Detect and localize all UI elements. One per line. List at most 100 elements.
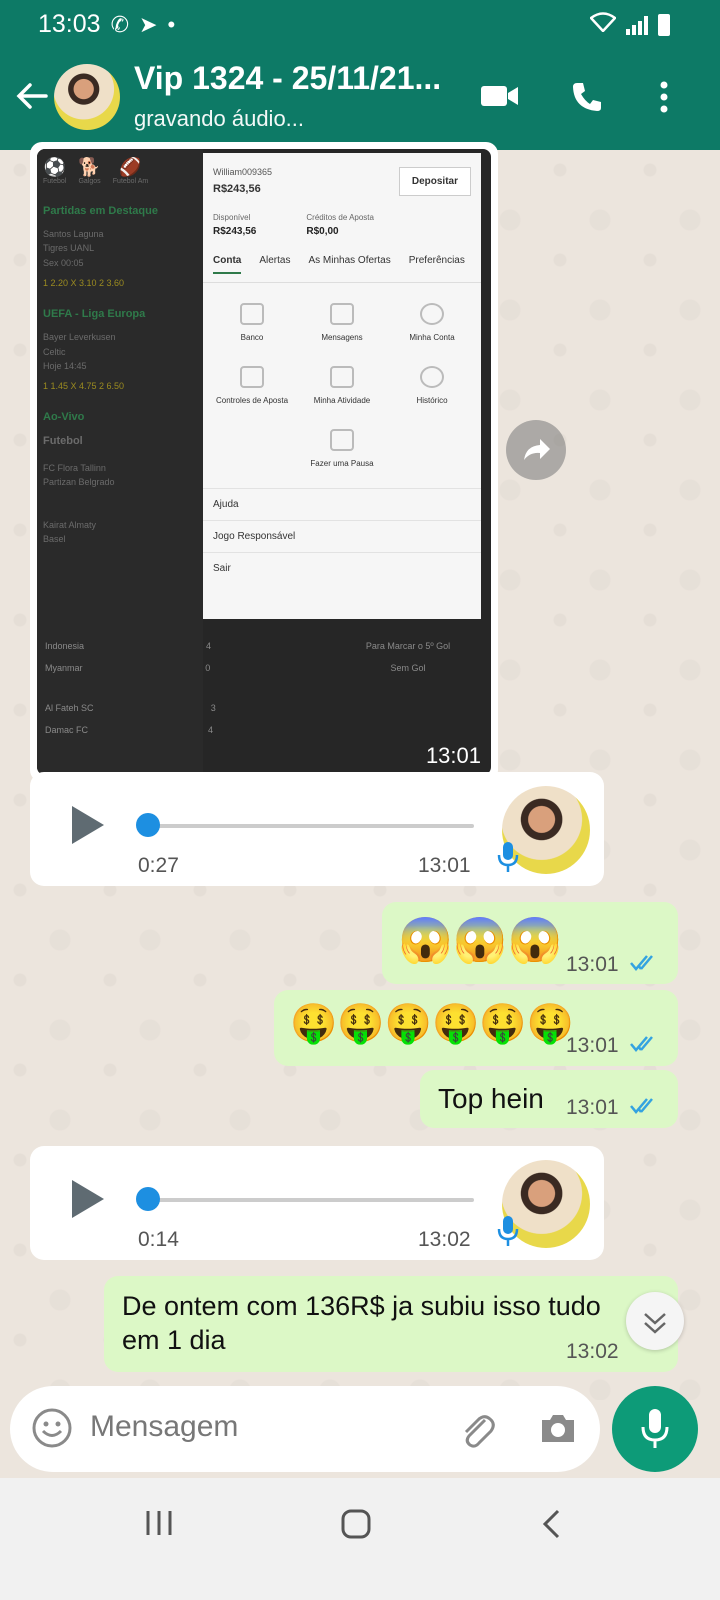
message-text: Top hein <box>438 1083 544 1114</box>
credits-label: Créditos de Aposta <box>306 213 374 222</box>
menu-grid-label: Banco <box>240 333 264 342</box>
score: 4 <box>208 725 214 735</box>
outgoing-message[interactable]: De ontem com 136R$ ja subiu isso tudo em… <box>104 1276 678 1372</box>
team-name: Santos Laguna <box>43 229 104 239</box>
team-name: Partizan Belgrado <box>43 477 115 488</box>
menu-tab: Preferências <box>408 255 465 266</box>
voice-message[interactable]: 0:27 13:01 <box>30 772 604 886</box>
message-emojis: 😱😱😱 <box>398 916 563 965</box>
forward-button[interactable] <box>506 420 566 480</box>
audio-progress-track[interactable] <box>140 1198 474 1202</box>
system-nav-bar <box>0 1478 720 1600</box>
read-ticks-icon <box>630 1035 660 1058</box>
back-arrow-icon[interactable] <box>14 78 50 114</box>
status-time: 13:03 <box>38 10 101 38</box>
play-icon[interactable] <box>68 802 108 853</box>
activity-chart-icon <box>330 366 354 388</box>
record-audio-button[interactable] <box>612 1386 698 1472</box>
back-nav-icon[interactable] <box>540 1508 562 1545</box>
status-icons <box>589 12 670 37</box>
outgoing-message[interactable]: 😱😱😱 13:01 <box>382 902 678 984</box>
team-name: Celtic <box>43 346 66 357</box>
outgoing-message[interactable]: 🤑🤑🤑🤑🤑🤑 13:01 <box>274 990 678 1066</box>
chat-title[interactable]: Vip 1324 - 25/11/21... <box>134 60 441 97</box>
attach-icon[interactable] <box>455 1408 499 1457</box>
menu-grid-label: Fazer uma Pausa <box>310 459 374 468</box>
screenshot-live-rows: Indonesia 4 Para Marcar o 5º Gol Myanmar 0 S… <box>37 629 491 735</box>
team-name: Kairat Almaty <box>43 519 97 530</box>
menu-link: Sair <box>203 552 481 584</box>
message-emojis: 🤑🤑🤑🤑🤑🤑 <box>290 1003 574 1045</box>
score: 4 <box>206 641 212 651</box>
menu-tab: Conta <box>213 255 242 274</box>
contact-avatar[interactable] <box>54 64 120 130</box>
menu-grid-label: Minha Conta <box>409 333 455 342</box>
wallet-icon <box>240 303 264 325</box>
message-input[interactable]: Mensagem <box>90 1410 238 1444</box>
account-icon <box>420 303 444 325</box>
market-label: Sem Gol <box>390 663 426 673</box>
message-time: 13:02 <box>566 1340 619 1363</box>
menu-grid-label: Histórico <box>416 396 448 405</box>
menu-link: Ajuda <box>203 488 481 520</box>
voice-message[interactable]: 0:14 13:02 <box>30 1146 604 1260</box>
audio-progress-track[interactable] <box>140 824 474 828</box>
score: 3 <box>210 703 216 713</box>
account-menu: William009365 R$243,56 Depositar Disponí… <box>203 153 481 619</box>
section-title: UEFA - Liga Europa <box>43 308 146 321</box>
video-call-icon[interactable] <box>480 80 520 117</box>
door-icon <box>330 429 354 451</box>
message-input-bar[interactable]: Mensagem <box>10 1386 600 1472</box>
voice-call-icon[interactable] <box>570 80 604 119</box>
scroll-down-button[interactable] <box>626 1292 684 1350</box>
sport-label: Futebol Am <box>112 178 149 185</box>
shared-screenshot: ⚽ Futebol 🐕 Galgos 🏈 Futebol Am Partidas em… <box>37 149 491 775</box>
play-icon[interactable] <box>68 1176 108 1227</box>
clock-icon <box>420 366 444 388</box>
audio-duration: 0:14 <box>138 1228 179 1251</box>
menu-grid-label: Controles de Aposta <box>215 396 289 405</box>
recent-apps-icon[interactable] <box>144 1508 174 1543</box>
battery-icon <box>658 13 670 36</box>
image-message[interactable]: ⚽ Futebol 🐕 Galgos 🏈 Futebol Am Partidas em… <box>30 142 498 782</box>
menu-tab: Alertas <box>259 255 291 266</box>
team-name: Tigres UANL <box>43 243 95 254</box>
menu-tab: As Minhas Ofertas <box>308 255 391 266</box>
mic-icon <box>496 1214 520 1253</box>
team-name: FC Flora Tallinn <box>43 462 106 473</box>
match-date: Hoje 14:45 <box>43 360 87 371</box>
app-header: 13:03 ✆ ➤ • Vip 1324 - 25/11/21... grava… <box>0 0 720 150</box>
message-time: 13:01 <box>425 743 481 768</box>
wifi-icon <box>589 12 617 37</box>
odds-row: 1 2.20 X 3.10 2 3.60 <box>43 278 125 289</box>
menu-grid-label: Minha Atividade <box>313 396 371 405</box>
available-label: Disponível <box>213 213 251 222</box>
odds-row: 1 1.45 X 4.75 2 6.50 <box>43 381 125 392</box>
notification-dot-icon: • <box>167 11 176 37</box>
team-name: Bayer Leverkusen <box>43 332 116 343</box>
read-ticks-icon <box>630 1097 660 1120</box>
message-time: 13:01 <box>418 854 471 877</box>
menu-grid-label: Mensagens <box>321 333 363 342</box>
status-bar: 13:03 ✆ ➤ • <box>38 10 175 39</box>
credits-value: R$0,00 <box>306 226 339 237</box>
menu-link: Jogo Responsável <box>203 520 481 552</box>
emoji-icon[interactable] <box>30 1406 74 1455</box>
sport-label: Galgos <box>78 178 101 185</box>
audio-progress-thumb[interactable] <box>136 813 160 837</box>
home-icon[interactable] <box>340 1508 372 1545</box>
message-time: 13:02 <box>418 1228 471 1251</box>
audio-progress-thumb[interactable] <box>136 1187 160 1211</box>
camera-icon[interactable] <box>538 1410 578 1451</box>
live-sport: Futebol <box>43 435 83 448</box>
message-time: 13:01 <box>566 953 619 976</box>
team-name: Basel <box>43 534 66 545</box>
team-name: Al Fateh SC <box>45 703 94 713</box>
telegram-notification-icon: ➤ <box>139 11 158 37</box>
available-value: R$243,56 <box>213 226 257 237</box>
read-ticks-icon <box>630 954 660 977</box>
sport-label: Futebol <box>43 178 67 185</box>
more-options-icon[interactable] <box>658 80 670 119</box>
message-time: 13:01 <box>566 1096 619 1119</box>
outgoing-message[interactable]: Top hein 13:01 <box>420 1070 678 1128</box>
